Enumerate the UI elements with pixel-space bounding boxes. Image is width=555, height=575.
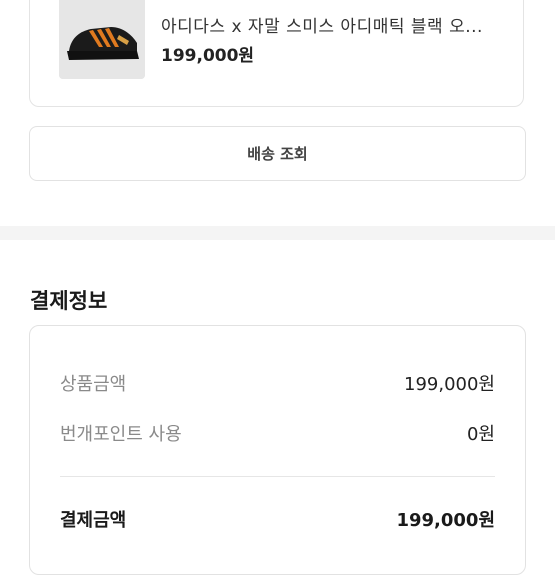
product-price: 199,000원	[161, 46, 255, 66]
product-thumbnail[interactable]	[59, 0, 145, 79]
payment-info-title: 결제정보	[30, 289, 108, 313]
product-amount-row: 상품금액 199,000원	[60, 370, 495, 398]
total-amount-label: 결제금액	[60, 510, 127, 531]
product-amount-value: 199,000원	[404, 374, 495, 395]
points-used-value: 0원	[466, 424, 495, 445]
points-used-label: 번개포인트 사용	[60, 424, 182, 445]
product-amount-label: 상품금액	[60, 374, 127, 395]
product-card[interactable]: 아디다스 x 자말 스미스 아디매틱 블랙 오... 199,000원	[29, 0, 524, 107]
delivery-tracking-button[interactable]: 배송 조회	[29, 126, 526, 181]
sneaker-image	[59, 0, 145, 79]
product-name[interactable]: 아디다스 x 자말 스미스 아디매틱 블랙 오...	[161, 12, 483, 37]
row-divider	[60, 476, 495, 477]
points-used-row: 번개포인트 사용 0원	[60, 420, 495, 448]
total-amount-row: 결제금액 199,000원	[60, 506, 495, 534]
total-amount-value: 199,000원	[396, 510, 495, 531]
section-divider	[0, 226, 555, 240]
payment-info-card: 상품금액 199,000원 번개포인트 사용 0원 결제금액 199,000원	[29, 325, 526, 575]
